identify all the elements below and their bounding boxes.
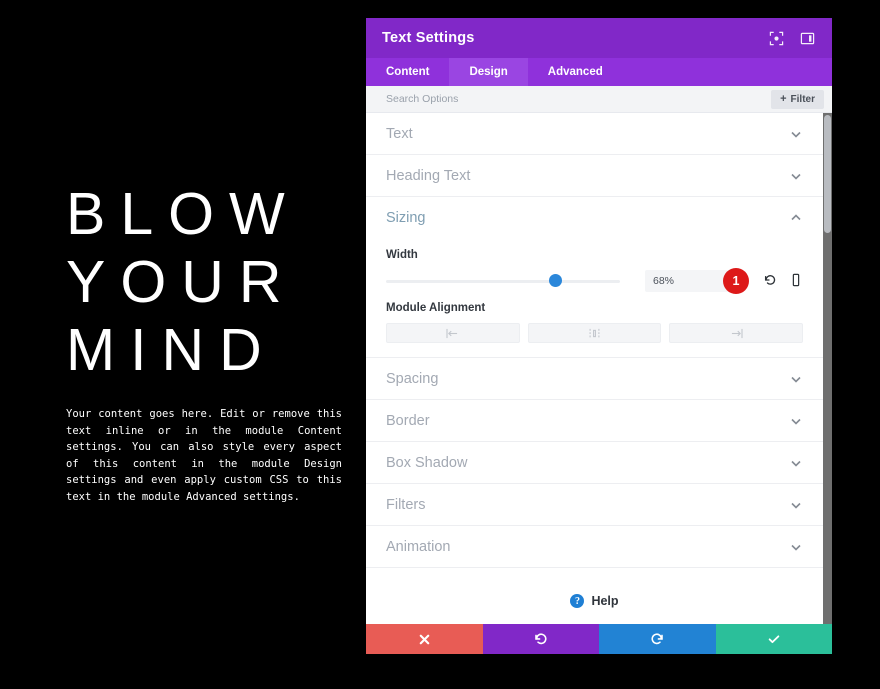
tab-content[interactable]: Content	[366, 58, 449, 86]
section-spacing[interactable]: Spacing	[366, 358, 823, 400]
screen: BLOW YOUR MIND Your content goes here. E…	[0, 0, 880, 689]
help-label: Help	[591, 594, 619, 608]
section-spacing-label: Spacing	[386, 370, 439, 387]
module-alignment-label: Module Alignment	[386, 302, 486, 314]
panel-tabs: Content Design Advanced	[366, 58, 832, 86]
chevron-down-icon	[789, 414, 803, 428]
section-heading-text-label: Heading Text	[386, 167, 471, 184]
align-left-icon[interactable]	[386, 323, 520, 343]
width-value-wrap: 1	[645, 268, 749, 294]
layout-toggle-icon[interactable]	[799, 30, 816, 47]
section-box-shadow[interactable]: Box Shadow	[366, 442, 823, 484]
section-text[interactable]: Text	[366, 113, 823, 155]
tab-design[interactable]: Design	[449, 58, 528, 86]
section-sizing-header[interactable]: Sizing	[366, 197, 823, 239]
panel-footer	[366, 624, 832, 654]
expand-icon[interactable]	[768, 30, 785, 47]
reset-icon[interactable]	[763, 273, 777, 289]
filter-button-label: Filter	[790, 93, 815, 105]
panel-header-actions	[768, 30, 816, 47]
module-alignment-options	[386, 323, 804, 343]
text-settings-panel: Text Settings Content Design Advanced Se…	[366, 18, 832, 654]
chevron-down-icon	[789, 372, 803, 386]
panel-header: Text Settings	[366, 18, 832, 58]
chevron-down-icon	[789, 456, 803, 470]
width-label: Width	[386, 249, 418, 261]
slider-track	[386, 279, 620, 283]
save-button[interactable]	[715, 624, 832, 654]
chevron-down-icon	[789, 498, 803, 512]
hero-heading-line-2: YOUR	[66, 249, 297, 315]
chevron-down-icon	[789, 127, 803, 141]
section-filters[interactable]: Filters	[366, 484, 823, 526]
panel-options-body: Text Heading Text Sizing Width 68% 1 Mod…	[366, 113, 832, 624]
section-sizing: Sizing Width 68% 1 Module Alignment	[366, 197, 823, 358]
hero-paragraph: Your content goes here. Edit or remove t…	[66, 408, 342, 503]
section-animation-label: Animation	[386, 538, 451, 555]
width-slider[interactable]	[386, 274, 620, 288]
status-badge: 1	[723, 268, 749, 294]
section-heading-text[interactable]: Heading Text	[366, 155, 823, 197]
page-preview-canvas: BLOW YOUR MIND Your content goes here. E…	[0, 0, 366, 689]
help-link[interactable]: ? Help	[366, 568, 823, 624]
filter-button[interactable]: + Filter	[771, 89, 824, 109]
scrollbar-thumb[interactable]	[824, 115, 831, 233]
scrollbar[interactable]	[823, 113, 832, 624]
section-filters-label: Filters	[386, 496, 426, 513]
undo-button[interactable]	[482, 624, 599, 654]
search-options-bar: + Filter	[366, 86, 832, 113]
search-input[interactable]	[386, 93, 772, 105]
redo-button[interactable]	[599, 624, 716, 654]
plus-icon: +	[780, 92, 787, 105]
options-scroll-area: Text Heading Text Sizing Width 68% 1 Mod…	[366, 113, 832, 624]
slider-thumb[interactable]	[549, 274, 562, 287]
module-alignment-field: Module Alignment	[366, 302, 823, 343]
align-right-icon[interactable]	[669, 323, 804, 343]
chevron-down-icon	[789, 540, 803, 554]
mobile-icon[interactable]	[789, 273, 803, 289]
section-sizing-label: Sizing	[386, 210, 426, 226]
text-module-preview[interactable]: BLOW YOUR MIND Your content goes here. E…	[66, 180, 344, 506]
chevron-up-icon	[789, 211, 803, 225]
width-field-icons	[763, 273, 803, 289]
section-border-label: Border	[386, 412, 430, 429]
tab-advanced[interactable]: Advanced	[528, 58, 623, 86]
chevron-down-icon	[789, 169, 803, 183]
hero-heading-line-1: BLOW	[66, 181, 300, 247]
hero-heading-line-3: MIND	[66, 317, 277, 383]
help-icon: ?	[570, 594, 585, 608]
section-box-shadow-label: Box Shadow	[386, 454, 468, 471]
panel-title: Text Settings	[382, 30, 475, 46]
width-control-row: 1	[386, 268, 803, 294]
section-text-label: Text	[386, 125, 413, 142]
cancel-button[interactable]	[366, 624, 483, 654]
section-animation[interactable]: Animation	[366, 526, 823, 568]
align-center-icon[interactable]	[527, 323, 662, 343]
section-border[interactable]: Border	[366, 400, 823, 442]
width-field: Width 1	[366, 249, 823, 294]
